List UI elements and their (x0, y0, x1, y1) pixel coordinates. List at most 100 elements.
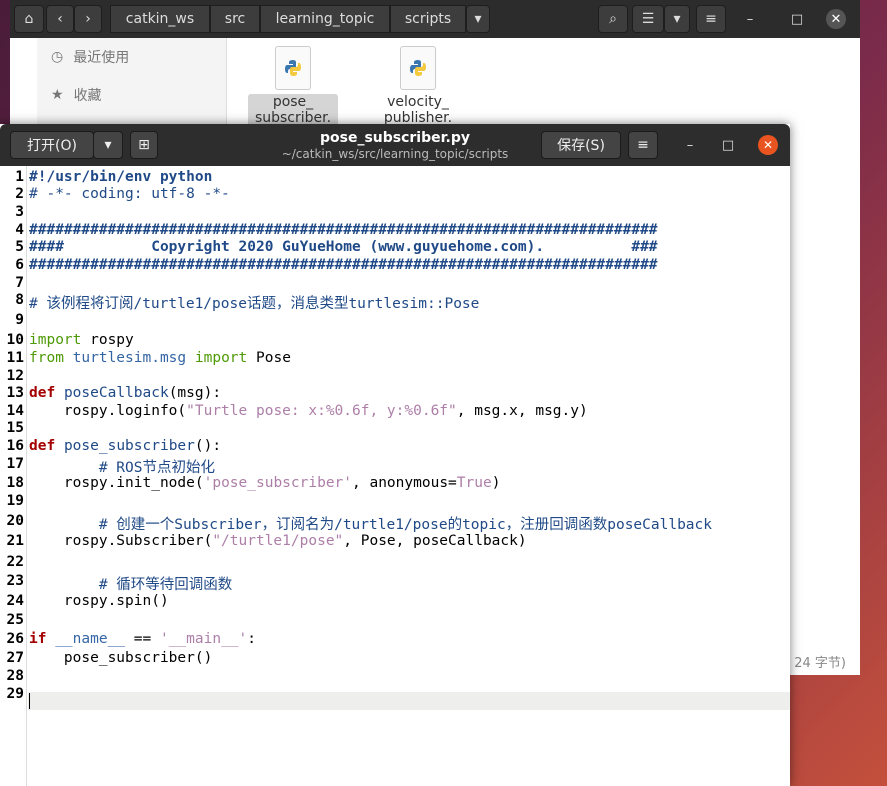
line-number: 2 (15, 186, 24, 202)
file-item-velocity-publisher[interactable]: velocity_ publisher. (373, 46, 463, 128)
list-view-icon[interactable]: ☰ (632, 5, 664, 33)
breadcrumb-catkin-ws[interactable]: catkin_ws (110, 5, 210, 33)
back-button[interactable]: ‹ (46, 5, 74, 33)
code-token: if (29, 631, 47, 647)
forward-button[interactable]: › (74, 5, 102, 33)
code-line: rospy.loginfo("Turtle pose: x:%0.6f, y:%… (29, 403, 588, 419)
code-line: # 该例程将订阅/turtle1/pose话题，消息类型turtlesim::P… (29, 292, 479, 313)
code-token: poseCallback (63, 385, 169, 401)
selection-status: 24 字节) (794, 656, 846, 671)
line-number: 15 (6, 420, 24, 436)
code-token: # ROS节点初始化 (29, 460, 215, 476)
code-token: '__main__' (159, 631, 248, 647)
code-token: , Pose, poseCallback) (343, 533, 527, 549)
sidebar-item-recent[interactable]: ◷ 最近使用 (37, 38, 226, 76)
line-number: 12 (6, 368, 24, 384)
line-number: 25 (6, 612, 24, 628)
line-number: 22 (6, 554, 24, 570)
line-number: 10 (6, 332, 24, 348)
code-token: ########################################… (29, 257, 658, 273)
view-options-chevron-icon[interactable]: ▾ (664, 5, 690, 33)
code-token: rospy.Subscriber( (29, 533, 213, 549)
code-line: ########################################… (29, 222, 658, 238)
code-token: import (29, 332, 82, 348)
code-token: , msg.x, msg.y) (456, 403, 588, 419)
document-path: ~/catkin_ws/src/learning_topic/scripts (281, 147, 509, 161)
code-token: turtlesim.msg (72, 350, 187, 366)
code-editor[interactable]: 1 2 3 4 5 6 7 8 9 10 11 12 13 14 15 16 17 18 19 20 21 22 23 24 2… (0, 166, 790, 786)
line-number: 14 (6, 403, 24, 419)
code-line: def poseCallback(msg): (29, 385, 221, 401)
code-token: __name__ (55, 631, 126, 647)
breadcrumb-scripts[interactable]: scripts (390, 5, 466, 33)
code-line: rospy.spin() (29, 593, 169, 609)
code-line: if __name__ == '__main__': (29, 631, 256, 647)
breadcrumb-menu-chevron-icon[interactable]: ▾ (466, 5, 490, 33)
maximize-icon[interactable]: □ (718, 135, 738, 155)
document-title: pose_subscriber.py (319, 130, 470, 146)
code-token: # 该例程将订阅/turtle1/pose话题，消息类型turtlesim::P… (29, 296, 480, 312)
minimize-icon[interactable]: – (740, 9, 760, 29)
python-file-icon (275, 46, 311, 90)
code-token: , anonymous= (352, 475, 457, 491)
line-number: 13 (6, 385, 24, 401)
file-item-pose-subscriber[interactable]: pose_ subscriber. (248, 46, 338, 128)
code-token: "/turtle1/pose" (212, 533, 344, 549)
code-line: # -*- coding: utf-8 -*- (29, 186, 230, 202)
code-token: pose_subscriber (63, 438, 195, 454)
open-menu-chevron-icon[interactable]: ▾ (93, 131, 123, 159)
line-number: 3 (15, 204, 24, 220)
code-line: rospy.Subscriber("/turtle1/pose", Pose, … (29, 533, 527, 549)
code-token: def (29, 385, 56, 401)
line-number: 1 (15, 169, 24, 185)
code-token: == (125, 631, 160, 647)
line-number: 16 (6, 438, 24, 454)
file-name: velocity_ publisher. (383, 94, 453, 126)
editor-header-bar: 打开(O) ▾ ⊞ pose_subscriber.py ~/catkin_ws… (0, 124, 790, 166)
minimize-icon[interactable]: – (680, 135, 700, 155)
code-token: # 循环等待回调函数 (29, 577, 233, 593)
code-token: ########################################… (29, 222, 658, 238)
code-line: pose_subscriber() (29, 650, 212, 666)
home-icon[interactable]: ⌂ (14, 5, 44, 33)
close-icon[interactable]: ✕ (758, 135, 778, 155)
line-number: 21 (6, 533, 24, 549)
code-token: def (29, 438, 56, 454)
code-token: #!/usr/bin/env python (29, 169, 213, 185)
clock-icon: ◷ (51, 49, 64, 65)
python-file-icon (400, 46, 436, 90)
code-token: rospy.loginfo( (29, 403, 187, 419)
code-line: #### Copyright 2020 GuYueHome (www.guyue… (29, 239, 658, 255)
menu-icon[interactable]: ≡ (628, 131, 658, 159)
code-token: (): (194, 438, 222, 454)
line-number: 17 (6, 456, 24, 472)
search-icon[interactable]: ⌕ (598, 5, 628, 33)
code-token: # 创建一个Subscriber，订阅名为/turtle1/pose的topic… (29, 517, 712, 533)
code-token: ) (491, 475, 501, 491)
new-tab-icon[interactable]: ⊞ (130, 131, 158, 159)
code-line: import rospy (29, 332, 134, 348)
star-icon: ★ (51, 87, 64, 103)
maximize-icon[interactable]: □ (787, 9, 807, 29)
menu-icon[interactable]: ≡ (696, 5, 726, 33)
code-line: # 创建一个Subscriber，订阅名为/turtle1/pose的topic… (29, 513, 712, 534)
breadcrumb-src[interactable]: src (210, 5, 260, 33)
code-line: from turtlesim.msg import Pose (29, 350, 291, 366)
breadcrumb-learning-topic[interactable]: learning_topic (260, 5, 390, 33)
close-icon[interactable]: ✕ (826, 9, 846, 29)
open-button[interactable]: 打开(O) (10, 131, 94, 159)
line-number: 11 (6, 350, 24, 366)
line-number: 4 (15, 222, 24, 238)
current-line-highlight (28, 692, 790, 710)
code-token: #### Copyright 2020 GuYueHome (www.guyue… (29, 239, 658, 255)
file-name: pose_ subscriber. (248, 94, 338, 128)
save-button[interactable]: 保存(S) (541, 131, 621, 159)
sidebar-item-label: 最近使用 (73, 50, 130, 66)
code-line: ########################################… (29, 257, 658, 273)
line-number: 26 (6, 631, 24, 647)
sidebar-item-starred[interactable]: ★ 收藏 (37, 76, 226, 114)
